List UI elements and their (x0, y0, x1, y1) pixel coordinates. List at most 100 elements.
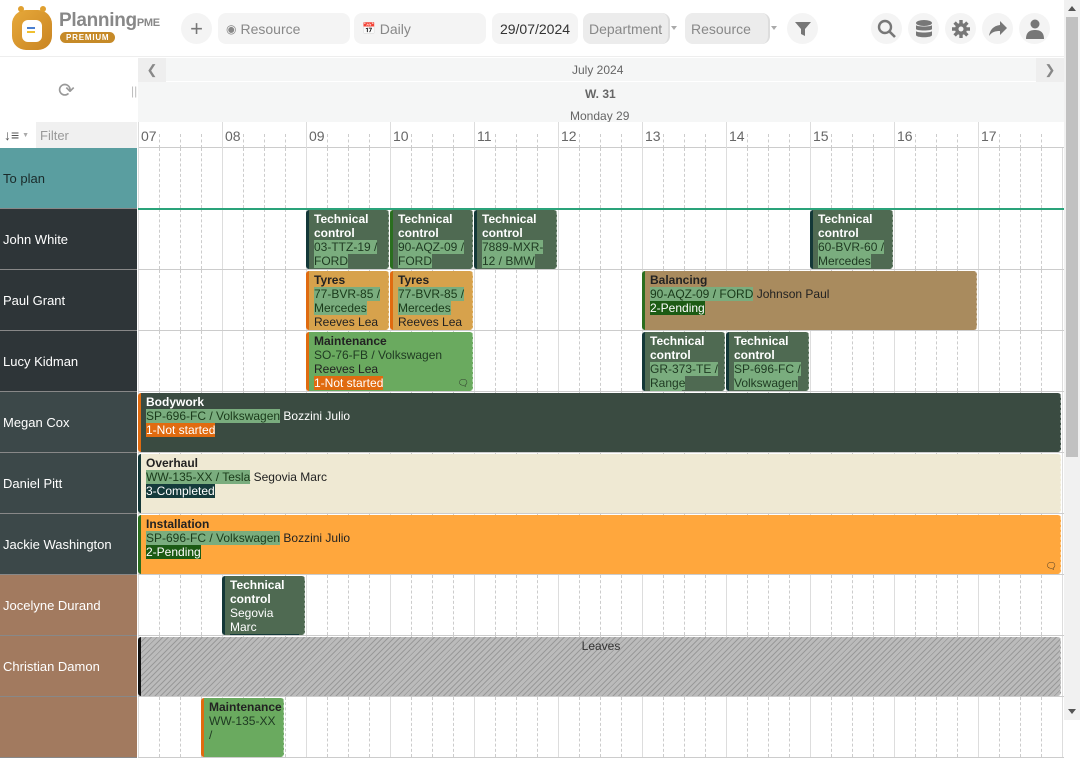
task-event[interactable]: Tyres 77-BVR-85 / Mercedes Reeves Lea (306, 271, 389, 330)
task-event[interactable]: Maintenance SO-76-FB / Volkswagen Reeves … (306, 332, 473, 391)
task-title: Maintenance (209, 700, 282, 714)
previous-button[interactable]: ❮ (138, 58, 166, 82)
task-title: Maintenance (314, 334, 387, 348)
task-event[interactable]: Maintenance WW-135-XX / (201, 698, 284, 757)
task-event[interactable]: Technical control03-TTZ-19 / FORD Jorges (306, 210, 389, 269)
day-label: Monday 29 (570, 109, 630, 123)
grid-line (831, 575, 832, 635)
grid-line (1041, 697, 1042, 757)
task-event[interactable]: Installation SP-696-FC / Volkswagen Bozzi… (138, 515, 1061, 574)
task-event[interactable]: Leaves (138, 637, 1061, 696)
task-event[interactable]: Bodywork SP-696-FC / Volkswagen Bozzini J… (138, 393, 1061, 452)
resource-timeline-row[interactable] (138, 331, 1064, 392)
department-select[interactable]: Department (583, 13, 677, 44)
vertical-scrollbar[interactable] (1064, 0, 1080, 720)
quarter-tick (516, 134, 517, 148)
scrollbar-thumb[interactable] (1066, 17, 1078, 457)
task-event[interactable]: Technical controlGR-373-TE / Range Rover (642, 332, 725, 391)
resource-row-label[interactable]: Christian Damon (0, 636, 137, 697)
date-input[interactable]: 29/07/2024 (492, 13, 578, 44)
share-button[interactable] (982, 13, 1013, 44)
quarter-tick (369, 134, 370, 148)
resource-row-label[interactable]: Lucy Kidman (0, 331, 137, 392)
hour-label: 11 (477, 128, 492, 144)
resource-row-label[interactable]: Jackie Washington (0, 514, 137, 575)
task-event[interactable]: Technical control SP-696-FC / Volkswagen (726, 332, 809, 391)
resource-name: Daniel Pitt (3, 475, 63, 491)
resource-timeline-row[interactable] (138, 148, 1064, 209)
quarter-tick (579, 134, 580, 148)
premium-badge: PREMIUM (60, 32, 116, 43)
task-event[interactable]: Technical control 60-BVR-60 / Mercedes (810, 210, 893, 269)
sort-button[interactable]: ↓≡ ▼ (0, 127, 36, 143)
resource-row-label[interactable] (0, 697, 137, 758)
scroll-down-icon[interactable] (1068, 709, 1076, 714)
task-title: Technical control (818, 212, 873, 240)
grid-line (873, 697, 874, 757)
resource-timeline-row[interactable] (138, 209, 1064, 270)
task-status-badge: 3-Completed (230, 634, 299, 635)
task-title: Installation (146, 517, 210, 531)
resource-select[interactable]: Resource (685, 13, 777, 44)
grid-line (852, 697, 853, 757)
grid-line (579, 270, 580, 330)
hour-tick (894, 122, 895, 148)
grid-line (264, 270, 265, 330)
grid-line (1041, 209, 1042, 269)
resource-filter-input[interactable]: Filter (36, 122, 137, 148)
task-event[interactable]: Technical controlSegovia Marc3-Completed (222, 576, 305, 635)
search-button[interactable] (871, 13, 902, 44)
database-button[interactable] (908, 13, 939, 44)
app-logo[interactable]: PlanningPME PREMIUM (12, 6, 172, 50)
grid-line (789, 575, 790, 635)
user-button[interactable] (1019, 13, 1050, 44)
view-selector[interactable]: 📅 Daily (354, 13, 486, 44)
resource-row-label[interactable]: Megan Cox (0, 392, 137, 453)
grid-line (705, 697, 706, 757)
grid-line (201, 270, 202, 330)
task-title: Technical control (650, 334, 705, 362)
grid-line (726, 148, 727, 208)
user-icon (1025, 19, 1044, 39)
grid-line (957, 575, 958, 635)
add-button[interactable]: + (181, 13, 212, 44)
grid-line (390, 148, 391, 208)
task-event[interactable]: Balancing 90-AQZ-09 / FORD Johnson Paul 2-… (642, 271, 977, 330)
grid-line (411, 148, 412, 208)
task-event[interactable]: Technical control 90-AQZ-09 / FORD (390, 210, 473, 269)
grid-line (621, 575, 622, 635)
task-event[interactable]: Technical control7889-MXR-12 / BMW Noel (474, 210, 557, 269)
resource-search-input[interactable]: ◉ Resource (218, 13, 350, 44)
task-title: Technical control (482, 212, 537, 240)
task-status-badge: 2-Pending (650, 301, 705, 315)
grid-line (138, 331, 139, 391)
grid-line (873, 575, 874, 635)
grid-line (222, 148, 223, 208)
refresh-icon[interactable]: ⟳ (58, 78, 75, 103)
panel-splitter[interactable]: || (131, 84, 137, 98)
grid-line (747, 148, 748, 208)
comment-icon[interactable]: 🗨 (1046, 559, 1057, 573)
comment-icon[interactable]: 🗨 (458, 376, 469, 390)
grid-line (936, 697, 937, 757)
grid-line (810, 331, 811, 391)
resource-row-label[interactable]: To plan (0, 148, 137, 209)
grid-line (411, 575, 412, 635)
task-event[interactable]: Tyres 77-BVR-85 / Mercedes Reeves Lea (390, 271, 473, 330)
grid-line (621, 209, 622, 269)
resource-row-label[interactable]: Jocelyne Durand (0, 575, 137, 636)
grid-line (915, 148, 916, 208)
resource-select-label: Resource (691, 20, 751, 37)
resource-row-label[interactable]: John White (0, 209, 137, 270)
grid-line (159, 209, 160, 269)
settings-button[interactable] (945, 13, 976, 44)
grid-line (180, 575, 181, 635)
task-event[interactable]: Overhaul WW-135-XX / Tesla Segovia Marc 3-… (138, 454, 1061, 513)
grid-line (705, 575, 706, 635)
next-button[interactable]: ❯ (1036, 58, 1064, 82)
resource-row-label[interactable]: Paul Grant (0, 270, 137, 331)
filter-button[interactable] (787, 13, 818, 44)
task-title: Technical control (314, 212, 369, 240)
resource-row-label[interactable]: Daniel Pitt (0, 453, 137, 514)
scroll-up-icon[interactable] (1068, 6, 1076, 11)
